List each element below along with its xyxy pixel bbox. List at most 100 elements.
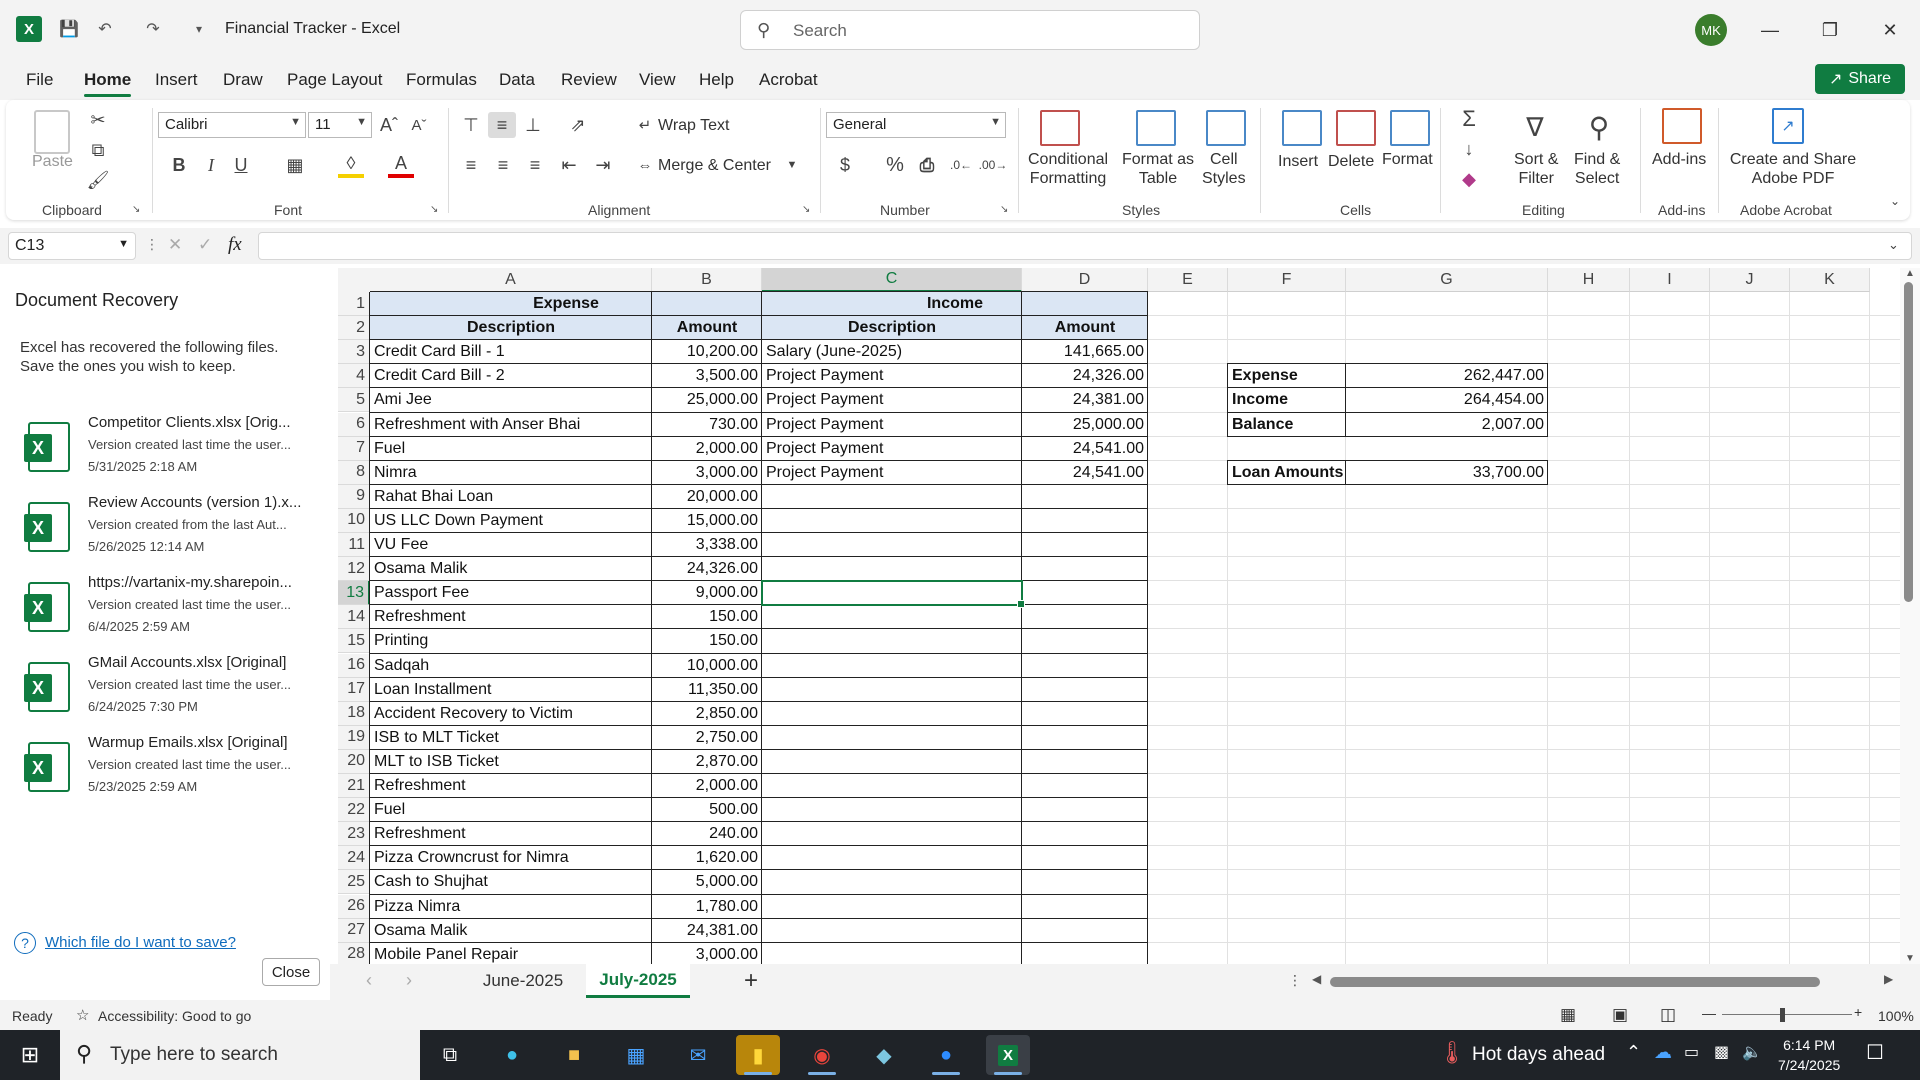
formula-input[interactable] — [258, 232, 1912, 260]
summary-value-cell[interactable]: 264,454.00 — [1346, 388, 1548, 412]
row-header[interactable]: 23 — [338, 822, 370, 847]
expense-description-cell[interactable]: Printing — [370, 629, 652, 653]
tab-acrobat[interactable]: Acrobat — [759, 70, 818, 90]
row-header[interactable]: 24 — [338, 846, 370, 871]
align-right-icon[interactable]: ≡ — [522, 152, 548, 178]
income-description-header[interactable]: Description — [762, 316, 1022, 341]
decrease-decimal-icon[interactable]: .00→ — [979, 152, 1008, 178]
align-bottom-icon[interactable]: ⊥ — [520, 112, 546, 138]
tab-page-layout[interactable]: Page Layout — [287, 70, 382, 90]
currency-icon[interactable]: $ — [832, 152, 858, 178]
more-icon[interactable]: ⋮ — [1288, 972, 1302, 989]
search-input[interactable]: ⚲ Search — [740, 10, 1200, 50]
row-header[interactable]: 20 — [338, 749, 370, 774]
scroll-right-icon[interactable]: ▶ — [1884, 972, 1893, 986]
expense-amount-cell[interactable]: 2,000.00 — [652, 774, 762, 798]
income-amount-cell[interactable]: 141,665.00 — [1022, 340, 1148, 364]
format-painter-icon[interactable]: 🖌 — [86, 168, 110, 192]
merge-center-button[interactable]: Merge & Center — [658, 156, 771, 175]
number-launcher-icon[interactable]: ↘ — [1000, 204, 1008, 215]
merge-center-icon[interactable]: ⇔ — [634, 154, 656, 176]
save-icon[interactable]: 💾 — [56, 16, 82, 42]
row-header[interactable]: 28 — [338, 942, 370, 964]
taskbar-search-input[interactable]: ⚲ Type here to search — [60, 1030, 420, 1080]
clear-icon[interactable]: ◆ — [1454, 166, 1484, 192]
row-header[interactable]: 6 — [338, 412, 370, 437]
income-header[interactable]: Income — [762, 292, 1148, 317]
normal-view-icon[interactable]: ▦ — [1560, 1005, 1576, 1025]
expense-amount-cell[interactable]: 3,000.00 — [652, 943, 762, 964]
paste-icon[interactable] — [34, 110, 70, 154]
sort-filter-button[interactable]: Sort & Filter — [1514, 150, 1558, 188]
find-select-icon[interactable]: ⚲ — [1578, 108, 1620, 146]
expense-amount-cell[interactable]: 2,850.00 — [652, 702, 762, 726]
app-diamond-icon[interactable]: ◆ — [862, 1035, 906, 1075]
expense-amount-cell[interactable]: 20,000.00 — [652, 485, 762, 509]
column-header[interactable]: I — [1630, 268, 1710, 292]
income-amount-cell[interactable]: 24,541.00 — [1022, 437, 1148, 461]
expense-description-cell[interactable]: Fuel — [370, 437, 652, 461]
active-cell-selection[interactable] — [761, 580, 1025, 609]
excel-taskbar-icon[interactable]: X — [986, 1035, 1030, 1075]
row-header[interactable]: 26 — [338, 894, 370, 919]
decrease-font-icon[interactable]: Aˇ — [406, 112, 432, 138]
alignment-launcher-icon[interactable]: ↘ — [802, 204, 810, 215]
cell-styles-icon[interactable] — [1206, 110, 1246, 146]
vertical-scrollbar[interactable]: ▲ ▼ — [1900, 268, 1920, 964]
orientation-icon[interactable]: ⇗ — [558, 112, 598, 138]
customize-qat-icon[interactable]: ▾ — [186, 16, 212, 42]
number-format-select[interactable]: General ▼ — [826, 112, 1006, 138]
expense-description-cell[interactable]: Credit Card Bill - 1 — [370, 340, 652, 364]
expense-amount-cell[interactable]: 10,000.00 — [652, 654, 762, 678]
weather-thermometer-icon[interactable]: 🌡 — [1438, 1040, 1466, 1066]
mail-icon[interactable]: ✉ — [676, 1035, 720, 1075]
row-header[interactable]: 8 — [338, 460, 370, 485]
format-as-table-button[interactable]: Format as Table — [1122, 150, 1194, 188]
insert-function-icon[interactable]: fx — [228, 234, 242, 256]
select-all-corner[interactable] — [338, 268, 370, 292]
expense-amount-cell[interactable]: 240.00 — [652, 822, 762, 846]
restore-icon[interactable]: ❐ — [1810, 14, 1850, 46]
align-left-icon[interactable]: ≡ — [458, 152, 484, 178]
row-header[interactable]: 27 — [338, 918, 370, 943]
more-icon[interactable]: ⋮ — [145, 236, 159, 253]
column-header[interactable]: F — [1228, 268, 1346, 292]
tab-draw[interactable]: Draw — [223, 70, 263, 90]
income-description-cell[interactable]: Salary (June-2025) — [762, 340, 1022, 364]
expense-description-cell[interactable]: ISB to MLT Ticket — [370, 726, 652, 750]
expense-description-cell[interactable]: Pizza Crowncrust for Nimra — [370, 846, 652, 870]
expense-description-cell[interactable]: Nimra — [370, 461, 652, 485]
recovery-file-item[interactable]: X Competitor Clients.xlsx [Orig... Version… — [0, 414, 320, 494]
recovery-file-item[interactable]: Xhttps://vartanix-my.sharepoin... Version… — [0, 574, 320, 654]
next-sheet-icon[interactable]: › — [406, 970, 412, 991]
column-header[interactable]: J — [1710, 268, 1790, 292]
expense-amount-cell[interactable]: 3,000.00 — [652, 461, 762, 485]
row-header[interactable]: 15 — [338, 629, 370, 654]
delete-cells-icon[interactable] — [1336, 110, 1376, 146]
spreadsheet-grid[interactable]: A B C D E F G H I J K 1 2 3 4 5 6 7 8 9 10 11 12 13 14 15 16 17 18 19… — [338, 268, 1900, 964]
microsoft-store-icon[interactable]: ▦ — [614, 1035, 658, 1075]
scroll-up-icon[interactable]: ▲ — [1905, 268, 1915, 279]
horizontal-scroll-thumb[interactable] — [1330, 977, 1820, 987]
expense-description-cell[interactable]: MLT to ISB Ticket — [370, 750, 652, 774]
redo-icon[interactable]: ↷ — [140, 16, 166, 42]
row-header[interactable]: 12 — [338, 557, 370, 582]
expense-description-cell[interactable]: Refreshment — [370, 605, 652, 629]
add-ins-icon[interactable] — [1662, 108, 1702, 144]
row-header[interactable]: 7 — [338, 436, 370, 461]
row-header[interactable]: 9 — [338, 484, 370, 509]
summary-label-cell[interactable]: Income — [1228, 388, 1346, 412]
row-header[interactable]: 18 — [338, 701, 370, 726]
column-header[interactable]: G — [1346, 268, 1548, 292]
zoom-in-icon[interactable]: + — [1854, 1004, 1862, 1020]
accessibility-status[interactable]: Accessibility: Good to go — [98, 1008, 251, 1024]
expense-amount-cell[interactable]: 150.00 — [652, 605, 762, 629]
tab-data[interactable]: Data — [499, 70, 535, 90]
row-header[interactable]: 19 — [338, 725, 370, 750]
expense-amount-cell[interactable]: 2,000.00 — [652, 437, 762, 461]
expense-description-cell[interactable]: Refreshment — [370, 822, 652, 846]
row-header[interactable]: 16 — [338, 653, 370, 678]
expense-description-cell[interactable]: Osama Malik — [370, 557, 652, 581]
row-header[interactable]: 2 — [338, 316, 370, 341]
battery-icon[interactable]: ▭ — [1684, 1042, 1699, 1062]
